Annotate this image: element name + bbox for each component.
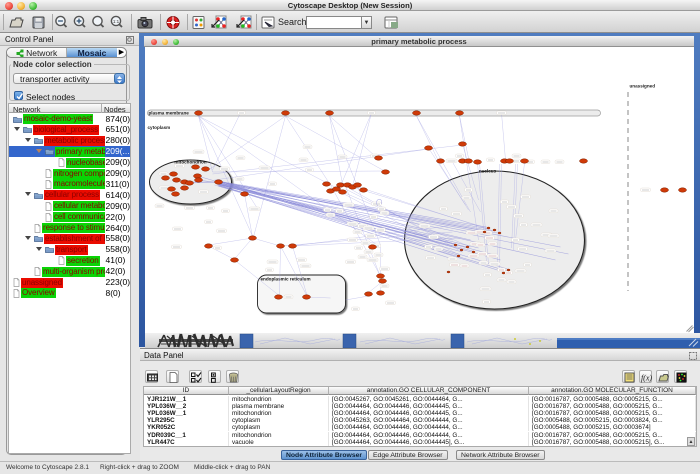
svg-text:plasma membrane: plasma membrane [148, 111, 189, 116]
svg-text:unassigned: unassigned [629, 84, 655, 89]
svg-text:f(x): f(x) [641, 374, 652, 383]
svg-text:1:1: 1:1 [113, 19, 120, 24]
svg-text:nucleus: nucleus [478, 169, 496, 174]
svg-text:mitochondrion: mitochondrion [174, 160, 206, 165]
svg-text:endoplasmic reticulum: endoplasmic reticulum [260, 277, 310, 282]
svg-text:cytoplasm: cytoplasm [147, 125, 170, 130]
